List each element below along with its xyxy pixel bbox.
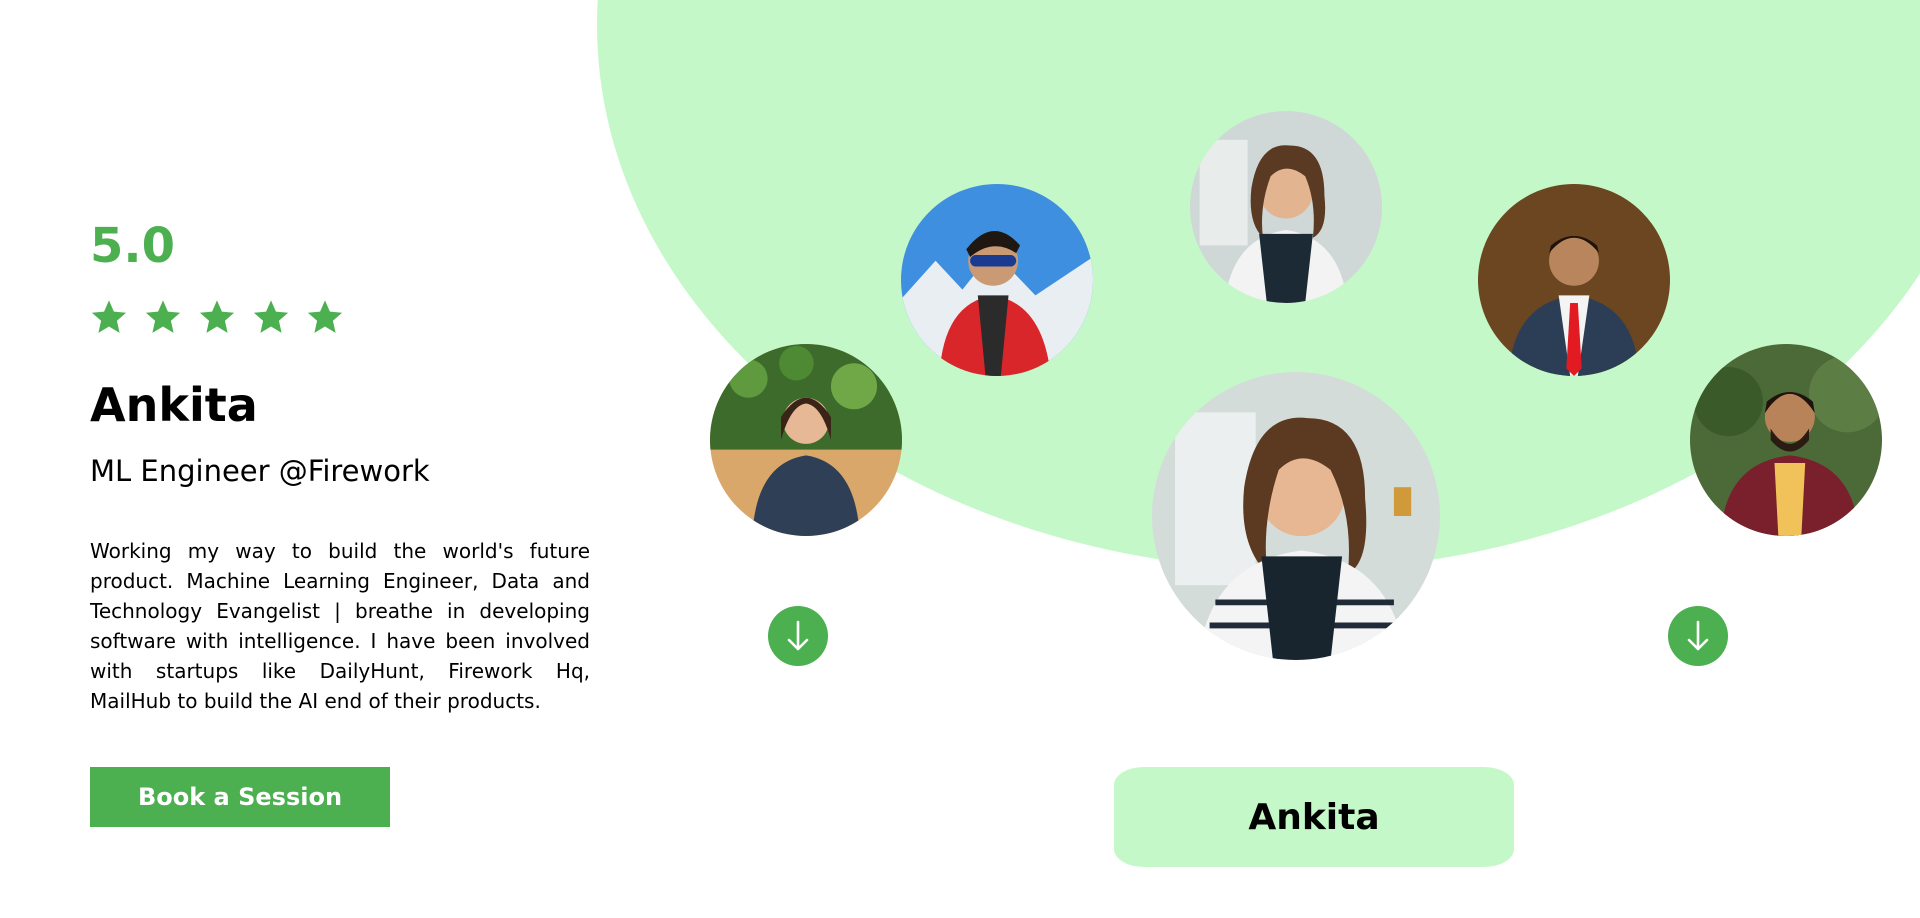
avatar-mentor-4[interactable] <box>1478 184 1670 376</box>
avatar-mentor-1[interactable] <box>710 344 902 536</box>
star-icon <box>253 300 289 333</box>
book-session-button[interactable]: Book a Session <box>90 767 390 827</box>
person-photo-icon <box>710 344 902 536</box>
arrow-down-icon <box>787 620 809 651</box>
star-icon <box>91 300 127 333</box>
arrow-down-icon <box>1687 620 1709 651</box>
avatar-selected[interactable] <box>1152 372 1440 660</box>
star-icon <box>145 300 181 333</box>
mentor-name: Ankita <box>90 378 258 432</box>
mentor-role: ML Engineer @Firework <box>90 454 430 488</box>
carousel-prev-button[interactable] <box>768 606 828 666</box>
carousel-next-button[interactable] <box>1668 606 1728 666</box>
avatar-mentor-5[interactable] <box>1690 344 1882 536</box>
rating-stars <box>90 298 344 336</box>
person-photo-icon <box>901 184 1093 376</box>
avatar-mentor-3[interactable] <box>1190 111 1382 303</box>
person-photo-icon <box>1152 372 1440 660</box>
person-photo-icon <box>1190 111 1382 303</box>
selected-mentor-name: Ankita <box>1248 796 1380 838</box>
mentor-bio: Working my way to build the world's futu… <box>90 539 590 713</box>
person-photo-icon <box>1478 184 1670 376</box>
selected-mentor-name-card: Ankita <box>1114 767 1514 867</box>
rating-value: 5.0 <box>90 218 176 274</box>
avatar-mentor-2[interactable] <box>901 184 1093 376</box>
star-icon <box>199 300 235 333</box>
star-icon <box>307 300 343 333</box>
person-photo-icon <box>1690 344 1882 536</box>
